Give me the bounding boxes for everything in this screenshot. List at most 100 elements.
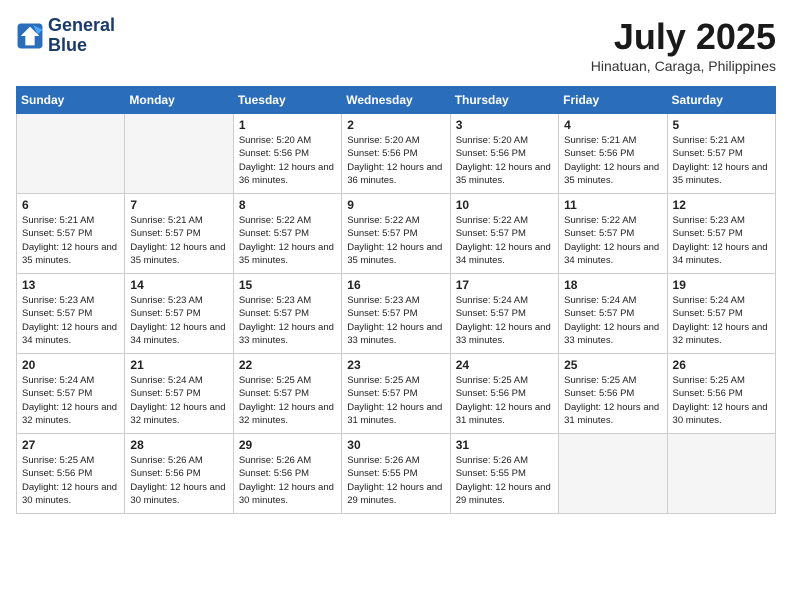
calendar-day: 24 Sunrise: 5:25 AMSunset: 5:56 PMDayligh… — [450, 354, 558, 434]
sunset: Sunset: 5:57 PM — [673, 308, 743, 319]
day-number: 25 — [564, 358, 661, 372]
day-info: Sunrise: 5:21 AMSunset: 5:57 PMDaylight:… — [22, 214, 119, 267]
calendar-week-row: 13Sunrise: 5:23 AMSunset: 5:57 PMDayligh… — [17, 274, 776, 354]
calendar-day: 23Sunrise: 5:25 AMSunset: 5:57 PMDayligh… — [342, 354, 450, 434]
sunset: Sunset: 5:57 PM — [564, 308, 634, 319]
daylight: Daylight: 12 hours and 30 minutes. — [22, 482, 117, 506]
sunset: Sunset: 5:56 PM — [239, 468, 309, 479]
sunrise: Sunrise: 5:26 AM — [456, 455, 528, 466]
daylight: Daylight: 12 hours and 32 minutes. — [673, 322, 768, 346]
calendar-week-row: 1Sunrise: 5:20 AMSunset: 5:56 PMDaylight… — [17, 114, 776, 194]
sunrise: Sunrise: 5:24 AM — [22, 375, 94, 386]
day-number: 24 — [456, 358, 553, 372]
sunrise: Sunrise: 5:22 AM — [564, 215, 636, 226]
day-number: 21 — [130, 358, 227, 372]
daylight: Daylight: 12 hours and 35 minutes. — [564, 162, 659, 186]
sunrise: Sunrise: 5:20 AM — [347, 135, 419, 146]
calendar-week-row: 6Sunrise: 5:21 AMSunset: 5:57 PMDaylight… — [17, 194, 776, 274]
calendar-day: 31Sunrise: 5:26 AMSunset: 5:55 PMDayligh… — [450, 434, 558, 514]
daylight: Daylight: 12 hours and 35 minutes. — [673, 162, 768, 186]
sunrise: Sunrise: 5:20 AM — [456, 135, 528, 146]
location: Hinatuan, Caraga, Philippines — [591, 58, 776, 74]
day-info: Sunrise: 5:21 AMSunset: 5:56 PMDaylight:… — [564, 134, 661, 187]
sunrise: Sunrise: 5:25 AM — [239, 375, 311, 386]
sunrise: Sunrise: 5:24 AM — [673, 295, 745, 306]
sunrise: Sunrise: 5:26 AM — [130, 455, 202, 466]
day-number: 20 — [22, 358, 119, 372]
title-block: July 2025 Hinatuan, Caraga, Philippines — [591, 16, 776, 74]
day-number: 15 — [239, 278, 336, 292]
sunrise: Sunrise: 5:25 AM — [673, 375, 745, 386]
sunrise: Sunrise: 5:25 AM — [564, 375, 636, 386]
day-info: Sunrise: 5:25 AMSunset: 5:56 PMDaylight:… — [673, 374, 770, 427]
sunrise: Sunrise: 5:26 AM — [239, 455, 311, 466]
weekday-header: Saturday — [667, 87, 775, 114]
sunrise: Sunrise: 5:23 AM — [239, 295, 311, 306]
logo-line1: General — [48, 16, 115, 36]
day-info: Sunrise: 5:22 AM Sunset: 5:57 PM Daylight:… — [239, 214, 336, 267]
calendar-day: 26Sunrise: 5:25 AMSunset: 5:56 PMDayligh… — [667, 354, 775, 434]
daylight: Daylight: 12 hours and 34 minutes. — [456, 242, 551, 266]
sunset: Sunset: 5:57 PM — [347, 228, 417, 239]
day-info: Sunrise: 5:26 AMSunset: 5:56 PMDaylight:… — [130, 454, 227, 507]
day-info: Sunrise: 5:24 AMSunset: 5:57 PMDaylight:… — [130, 374, 227, 427]
weekday-header: Thursday — [450, 87, 558, 114]
daylight: Daylight: 12 hours and 35 minutes. — [456, 162, 551, 186]
sunset: Sunset: 5:56 PM — [564, 148, 634, 159]
calendar-table: SundayMondayTuesdayWednesdayThursdayFrid… — [16, 86, 776, 514]
sunset: Sunset: 5:57 PM — [673, 228, 743, 239]
daylight: Daylight: 12 hours and 35 minutes. — [22, 242, 117, 266]
daylight: Daylight: 12 hours and 35 minutes. — [239, 242, 334, 266]
calendar-day: 4Sunrise: 5:21 AMSunset: 5:56 PMDaylight… — [559, 114, 667, 194]
sunset: Sunset: 5:56 PM — [673, 388, 743, 399]
calendar-day: 7Sunrise: 5:21 AMSunset: 5:57 PMDaylight… — [125, 194, 233, 274]
calendar-day: 27Sunrise: 5:25 AMSunset: 5:56 PMDayligh… — [17, 434, 125, 514]
sunset: Sunset: 5:57 PM — [22, 228, 92, 239]
day-info: Sunrise: 5:21 AMSunset: 5:57 PMDaylight:… — [673, 134, 770, 187]
logo: General Blue — [16, 16, 115, 56]
day-number: 9 — [347, 198, 444, 212]
sunrise: Sunrise: 5:23 AM — [347, 295, 419, 306]
daylight: Daylight: 12 hours and 34 minutes. — [673, 242, 768, 266]
sunrise: Sunrise: 5:22 AM — [347, 215, 419, 226]
day-number: 13 — [22, 278, 119, 292]
sunset: Sunset: 5:55 PM — [456, 468, 526, 479]
sunrise: Sunrise: 5:24 AM — [456, 295, 528, 306]
calendar-day: 28Sunrise: 5:26 AMSunset: 5:56 PMDayligh… — [125, 434, 233, 514]
sunset: Sunset: 5:56 PM — [347, 148, 417, 159]
calendar-day: 19Sunrise: 5:24 AMSunset: 5:57 PMDayligh… — [667, 274, 775, 354]
page-header: General Blue July 2025 Hinatuan, Caraga,… — [16, 16, 776, 74]
day-info: Sunrise: 5:20 AMSunset: 5:56 PMDaylight:… — [347, 134, 444, 187]
day-info: Sunrise: 5:26 AMSunset: 5:55 PMDaylight:… — [456, 454, 553, 507]
day-number: 17 — [456, 278, 553, 292]
day-number: 11 — [564, 198, 661, 212]
day-number: 30 — [347, 438, 444, 452]
calendar-day: 14Sunrise: 5:23 AMSunset: 5:57 PMDayligh… — [125, 274, 233, 354]
sunrise: Sunrise: 5:23 AM — [130, 295, 202, 306]
day-info: Sunrise: 5:24 AM Sunset: 5:57 PM Daylight:… — [673, 294, 770, 347]
sunrise: Sunrise: 5:25 AM — [22, 455, 94, 466]
sunrise: Sunrise: 5:20 AM — [239, 135, 311, 146]
day-info: Sunrise: 5:20 AMSunset: 5:56 PMDaylight:… — [239, 134, 336, 187]
sunrise: Sunrise: 5:25 AM — [347, 375, 419, 386]
calendar-day: 25Sunrise: 5:25 AMSunset: 5:56 PMDayligh… — [559, 354, 667, 434]
calendar-day: 3Sunrise: 5:20 AMSunset: 5:56 PMDaylight… — [450, 114, 558, 194]
day-number: 14 — [130, 278, 227, 292]
daylight: Daylight: 12 hours and 31 minutes. — [564, 402, 659, 426]
calendar-day: 2Sunrise: 5:20 AMSunset: 5:56 PMDaylight… — [342, 114, 450, 194]
day-info: Sunrise: 5:23 AMSunset: 5:57 PMDaylight:… — [22, 294, 119, 347]
weekday-header-row: SundayMondayTuesdayWednesdayThursdayFrid… — [17, 87, 776, 114]
day-info: Sunrise: 5:23 AMSunset: 5:57 PMDaylight:… — [130, 294, 227, 347]
calendar-day — [125, 114, 233, 194]
sunset: Sunset: 5:57 PM — [130, 308, 200, 319]
calendar-day: 20Sunrise: 5:24 AMSunset: 5:57 PMDayligh… — [17, 354, 125, 434]
day-info: Sunrise: 5:22 AMSunset: 5:57 PMDaylight:… — [564, 214, 661, 267]
sunset: Sunset: 5:57 PM — [239, 228, 309, 239]
sunrise: Sunrise: 5:22 AM — [239, 215, 311, 226]
day-info: Sunrise: 5:20 AMSunset: 5:56 PMDaylight:… — [456, 134, 553, 187]
day-info: Sunrise: 5:23 AMSunset: 5:57 PMDaylight:… — [347, 294, 444, 347]
day-info: Sunrise: 5:25 AMSunset: 5:56 PMDaylight:… — [456, 374, 553, 427]
day-number: 27 — [22, 438, 119, 452]
sunrise: Sunrise: 5:21 AM — [130, 215, 202, 226]
logo-icon — [16, 22, 44, 50]
